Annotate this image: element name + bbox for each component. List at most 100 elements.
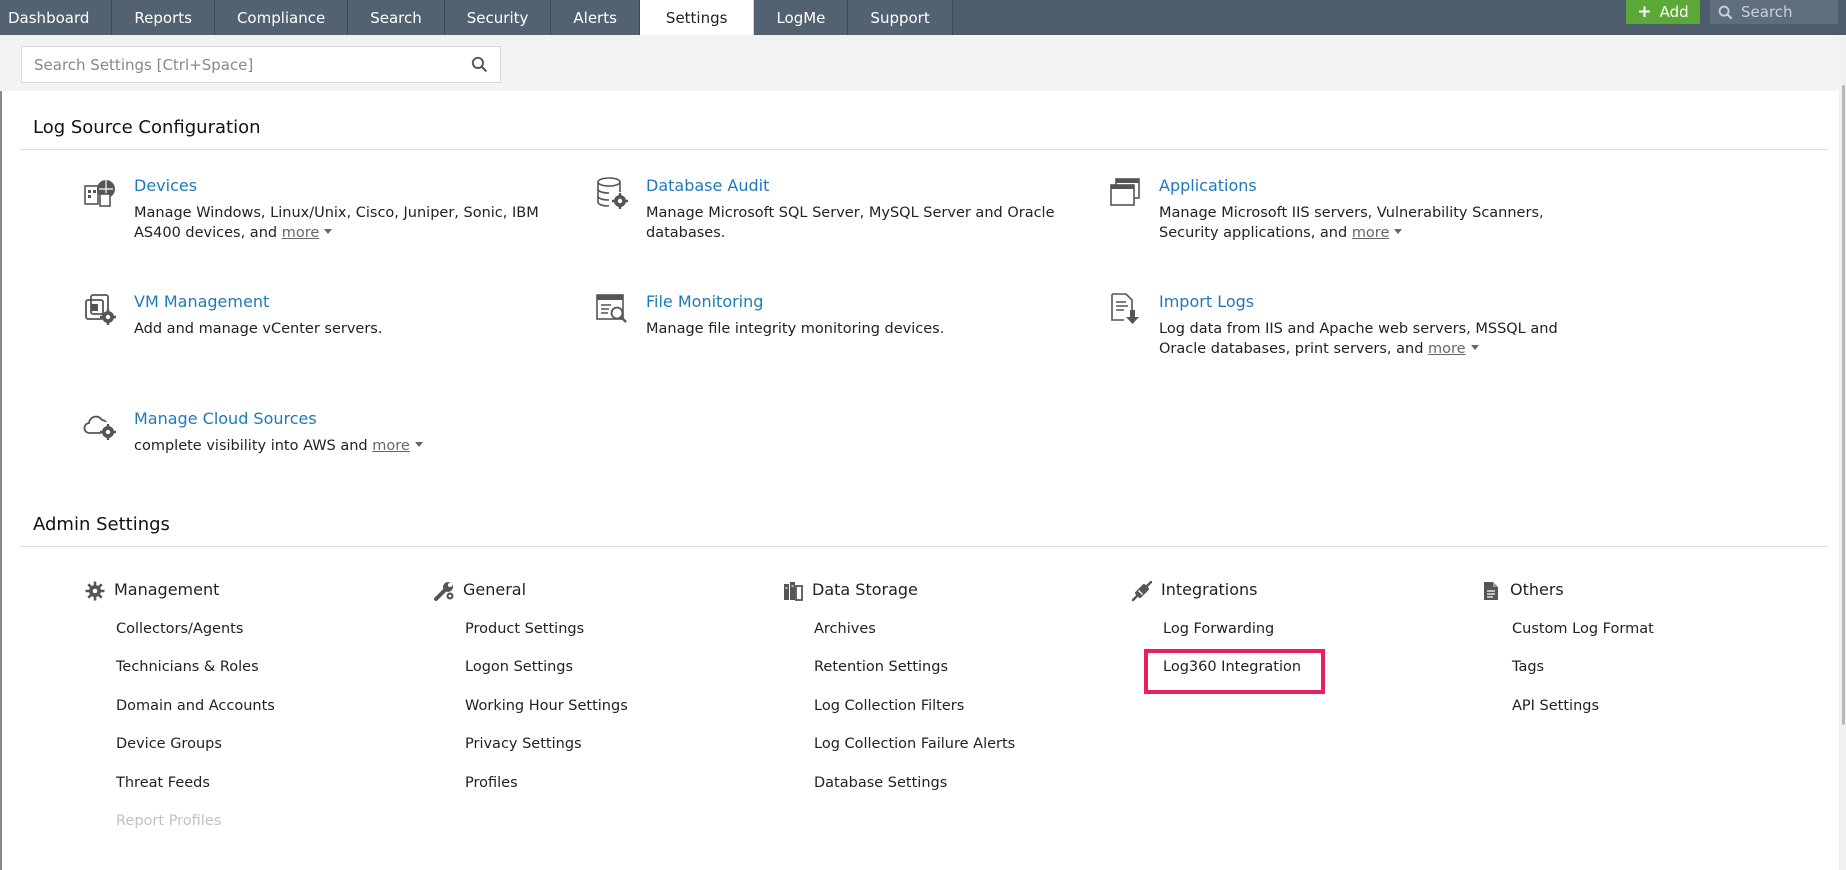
data-storage-title: Data Storage <box>812 580 918 599</box>
integrations-header: Integrations <box>1131 578 1431 602</box>
database-audit-description: Manage Microsoft SQL Server, MySQL Serve… <box>646 205 1055 241</box>
file-monitoring-link[interactable]: File Monitoring <box>646 292 763 311</box>
add-button[interactable]: + Add <box>1626 0 1700 24</box>
management-header: Management <box>84 578 384 602</box>
file-monitoring-icon <box>596 294 627 323</box>
search-icon[interactable] <box>471 56 488 73</box>
applications-more-link[interactable]: more <box>1352 225 1390 241</box>
admin-column-others: Others Custom Log Format Tags API Settin… <box>1480 578 1780 714</box>
link-logon-settings[interactable]: Logon Settings <box>465 658 628 696</box>
tab-logme[interactable]: LogMe <box>754 0 849 35</box>
import-logs-link[interactable]: Import Logs <box>1159 292 1254 311</box>
scrollbar[interactable] <box>1839 35 1846 870</box>
database-audit-link[interactable]: Database Audit <box>646 176 769 195</box>
link-device-groups[interactable]: Device Groups <box>116 735 275 773</box>
cloud-sources-description-text: complete visibility into AWS and <box>134 438 368 454</box>
global-search-input[interactable]: Search <box>1710 0 1838 24</box>
chevron-down-icon[interactable] <box>1470 345 1479 350</box>
link-custom-log-format[interactable]: Custom Log Format <box>1512 620 1654 658</box>
tab-support[interactable]: Support <box>848 0 953 35</box>
log-source-database-audit: Database Audit Manage Microsoft SQL Serv… <box>595 176 1055 246</box>
tab-security[interactable]: Security <box>444 0 552 35</box>
admin-settings-section-title: Admin Settings <box>33 514 170 535</box>
management-links: Collectors/Agents Technicians & Roles Do… <box>116 620 275 850</box>
general-header: General <box>433 578 733 602</box>
import-logs-description: Log data from IIS and Apache web servers… <box>1159 319 1579 359</box>
integrations-icon <box>1131 580 1153 602</box>
link-api-settings[interactable]: API Settings <box>1512 697 1654 735</box>
section-divider <box>20 546 1828 547</box>
scrollbar-thumb[interactable] <box>1842 85 1845 725</box>
tab-compliance[interactable]: Compliance <box>214 0 349 35</box>
link-technicians-roles[interactable]: Technicians & Roles <box>116 658 275 696</box>
plus-icon: + <box>1637 1 1652 22</box>
log-source-cloud-sources: Manage Cloud Sources complete visibility… <box>83 409 523 459</box>
tab-settings[interactable]: Settings <box>639 0 755 35</box>
link-log-collection-filters[interactable]: Log Collection Filters <box>814 697 1015 735</box>
cloud-sources-description: complete visibility into AWS and more <box>134 436 554 456</box>
tab-dashboard[interactable]: Dashboard <box>0 0 113 35</box>
import-logs-more-link[interactable]: more <box>1428 341 1466 357</box>
data-storage-links: Archives Retention Settings Log Collecti… <box>814 620 1015 812</box>
highlight-box <box>1144 649 1325 694</box>
link-log-collection-failure-alerts[interactable]: Log Collection Failure Alerts <box>814 735 1015 773</box>
log-source-vm-management: VM Management Add and manage vCenter ser… <box>83 292 523 362</box>
log-source-section-title: Log Source Configuration <box>33 117 261 138</box>
top-right-controls: + Add Search <box>1626 0 1846 24</box>
chevron-down-icon[interactable] <box>1394 229 1403 234</box>
integrations-title: Integrations <box>1161 580 1258 599</box>
link-domain-accounts[interactable]: Domain and Accounts <box>116 697 275 735</box>
log-source-import-logs: Import Logs Log data from IIS and Apache… <box>1108 292 1558 362</box>
tab-reports[interactable]: Reports <box>112 0 215 35</box>
applications-icon <box>1110 178 1140 206</box>
link-database-settings[interactable]: Database Settings <box>814 774 1015 812</box>
tab-alerts[interactable]: Alerts <box>551 0 640 35</box>
others-links: Custom Log Format Tags API Settings <box>1512 620 1654 735</box>
import-logs-description-text: Log data from IIS and Apache web servers… <box>1159 321 1558 357</box>
chevron-down-icon[interactable] <box>414 442 423 447</box>
devices-description-text: Manage Windows, Linux/Unix, Cisco, Junip… <box>134 205 539 241</box>
admin-column-integrations: Integrations Log Forwarding Log360 Integ… <box>1131 578 1431 675</box>
general-title: General <box>463 580 527 599</box>
left-border <box>0 35 2 870</box>
devices-description: Manage Windows, Linux/Unix, Cisco, Junip… <box>134 203 554 243</box>
devices-link[interactable]: Devices <box>134 176 197 195</box>
management-title: Management <box>114 580 220 599</box>
global-search-placeholder: Search <box>1741 3 1793 21</box>
applications-description: Manage Microsoft IIS servers, Vulnerabil… <box>1159 203 1579 243</box>
search-icon <box>1718 5 1733 19</box>
top-navigation-bar: Dashboard Reports Compliance Search Secu… <box>0 0 1846 35</box>
link-profiles[interactable]: Profiles <box>465 774 628 812</box>
link-product-settings[interactable]: Product Settings <box>465 620 628 658</box>
applications-link[interactable]: Applications <box>1159 176 1257 195</box>
cloud-sources-link[interactable]: Manage Cloud Sources <box>134 409 317 428</box>
log-source-applications: Applications Manage Microsoft IIS server… <box>1108 176 1548 246</box>
tab-search[interactable]: Search <box>348 0 445 35</box>
wrench-icon <box>434 582 454 601</box>
gear-icon <box>85 581 105 601</box>
link-working-hour-settings[interactable]: Working Hour Settings <box>465 697 628 735</box>
link-archives[interactable]: Archives <box>814 620 1015 658</box>
add-button-label: Add <box>1659 3 1689 21</box>
data-storage-icon <box>784 582 803 601</box>
database-audit-icon <box>597 177 628 209</box>
settings-search-strip <box>0 35 1846 91</box>
general-links: Product Settings Logon Settings Working … <box>465 620 628 812</box>
cloud-sources-more-link[interactable]: more <box>372 438 410 454</box>
link-retention-settings[interactable]: Retention Settings <box>814 658 1015 696</box>
admin-column-data-storage: Data Storage Archives Retention Settings… <box>782 578 1082 791</box>
devices-more-link[interactable]: more <box>282 225 320 241</box>
link-threat-feeds[interactable]: Threat Feeds <box>116 774 275 812</box>
settings-search-input[interactable] <box>34 55 454 74</box>
link-collectors-agents[interactable]: Collectors/Agents <box>116 620 275 658</box>
vm-management-description: Add and manage vCenter servers. <box>134 321 383 337</box>
admin-column-management: Management Collectors/Agents Technicians… <box>84 578 384 829</box>
chevron-down-icon[interactable] <box>324 229 333 234</box>
link-tags[interactable]: Tags <box>1512 658 1654 696</box>
log-source-devices: Devices Manage Windows, Linux/Unix, Cisc… <box>83 176 539 246</box>
link-privacy-settings[interactable]: Privacy Settings <box>465 735 628 773</box>
vm-management-link[interactable]: VM Management <box>134 292 269 311</box>
cloud-sources-icon <box>83 415 116 440</box>
devices-icon <box>84 180 115 207</box>
link-report-profiles: Report Profiles <box>116 812 222 829</box>
